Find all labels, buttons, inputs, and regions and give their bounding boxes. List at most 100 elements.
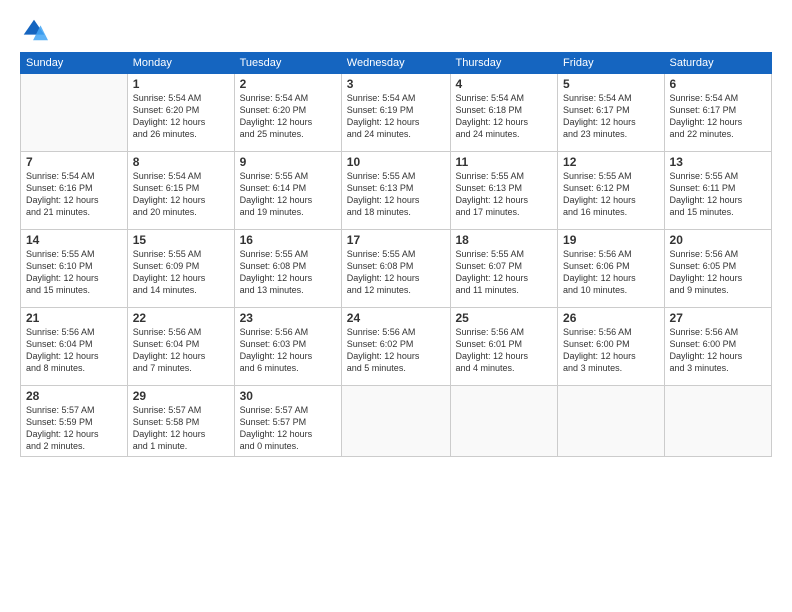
day-number: 7 <box>26 155 122 169</box>
day-info: Sunrise: 5:55 AMSunset: 6:10 PMDaylight:… <box>26 248 122 297</box>
day-info: Sunrise: 5:55 AMSunset: 6:11 PMDaylight:… <box>670 170 766 219</box>
day-info: Sunrise: 5:56 AMSunset: 6:04 PMDaylight:… <box>26 326 122 375</box>
weekday-header-saturday: Saturday <box>664 53 771 74</box>
weekday-header-friday: Friday <box>558 53 665 74</box>
week-row-3: 21Sunrise: 5:56 AMSunset: 6:04 PMDayligh… <box>21 308 772 386</box>
day-number: 13 <box>670 155 766 169</box>
week-row-1: 7Sunrise: 5:54 AMSunset: 6:16 PMDaylight… <box>21 152 772 230</box>
day-info: Sunrise: 5:56 AMSunset: 6:04 PMDaylight:… <box>133 326 229 375</box>
day-number: 26 <box>563 311 659 325</box>
calendar-cell: 2Sunrise: 5:54 AMSunset: 6:20 PMDaylight… <box>234 74 341 152</box>
day-info: Sunrise: 5:55 AMSunset: 6:13 PMDaylight:… <box>347 170 445 219</box>
calendar-cell: 3Sunrise: 5:54 AMSunset: 6:19 PMDaylight… <box>341 74 450 152</box>
weekday-header-row: SundayMondayTuesdayWednesdayThursdayFrid… <box>21 53 772 74</box>
day-number: 21 <box>26 311 122 325</box>
day-number: 23 <box>240 311 336 325</box>
day-info: Sunrise: 5:55 AMSunset: 6:09 PMDaylight:… <box>133 248 229 297</box>
calendar-cell <box>21 74 128 152</box>
day-info: Sunrise: 5:55 AMSunset: 6:08 PMDaylight:… <box>347 248 445 297</box>
day-info: Sunrise: 5:55 AMSunset: 6:12 PMDaylight:… <box>563 170 659 219</box>
day-info: Sunrise: 5:54 AMSunset: 6:16 PMDaylight:… <box>26 170 122 219</box>
day-info: Sunrise: 5:56 AMSunset: 6:01 PMDaylight:… <box>456 326 553 375</box>
calendar-table: SundayMondayTuesdayWednesdayThursdayFrid… <box>20 52 772 457</box>
day-info: Sunrise: 5:56 AMSunset: 6:02 PMDaylight:… <box>347 326 445 375</box>
day-info: Sunrise: 5:56 AMSunset: 6:06 PMDaylight:… <box>563 248 659 297</box>
week-row-2: 14Sunrise: 5:55 AMSunset: 6:10 PMDayligh… <box>21 230 772 308</box>
calendar-cell <box>558 386 665 457</box>
calendar-cell: 4Sunrise: 5:54 AMSunset: 6:18 PMDaylight… <box>450 74 558 152</box>
calendar-cell: 15Sunrise: 5:55 AMSunset: 6:09 PMDayligh… <box>127 230 234 308</box>
logo <box>20 16 52 44</box>
day-info: Sunrise: 5:56 AMSunset: 6:05 PMDaylight:… <box>670 248 766 297</box>
weekday-header-thursday: Thursday <box>450 53 558 74</box>
calendar-cell: 12Sunrise: 5:55 AMSunset: 6:12 PMDayligh… <box>558 152 665 230</box>
day-info: Sunrise: 5:56 AMSunset: 6:03 PMDaylight:… <box>240 326 336 375</box>
day-number: 12 <box>563 155 659 169</box>
day-number: 22 <box>133 311 229 325</box>
day-number: 16 <box>240 233 336 247</box>
day-number: 10 <box>347 155 445 169</box>
day-info: Sunrise: 5:57 AMSunset: 5:57 PMDaylight:… <box>240 404 336 453</box>
weekday-header-tuesday: Tuesday <box>234 53 341 74</box>
day-info: Sunrise: 5:55 AMSunset: 6:13 PMDaylight:… <box>456 170 553 219</box>
calendar-cell: 23Sunrise: 5:56 AMSunset: 6:03 PMDayligh… <box>234 308 341 386</box>
day-info: Sunrise: 5:54 AMSunset: 6:18 PMDaylight:… <box>456 92 553 141</box>
calendar-cell: 26Sunrise: 5:56 AMSunset: 6:00 PMDayligh… <box>558 308 665 386</box>
page: SundayMondayTuesdayWednesdayThursdayFrid… <box>0 0 792 612</box>
day-number: 18 <box>456 233 553 247</box>
header <box>20 16 772 44</box>
calendar-cell: 22Sunrise: 5:56 AMSunset: 6:04 PMDayligh… <box>127 308 234 386</box>
day-info: Sunrise: 5:55 AMSunset: 6:08 PMDaylight:… <box>240 248 336 297</box>
calendar-cell: 30Sunrise: 5:57 AMSunset: 5:57 PMDayligh… <box>234 386 341 457</box>
day-info: Sunrise: 5:55 AMSunset: 6:14 PMDaylight:… <box>240 170 336 219</box>
day-info: Sunrise: 5:55 AMSunset: 6:07 PMDaylight:… <box>456 248 553 297</box>
calendar-cell: 19Sunrise: 5:56 AMSunset: 6:06 PMDayligh… <box>558 230 665 308</box>
day-info: Sunrise: 5:57 AMSunset: 5:58 PMDaylight:… <box>133 404 229 453</box>
day-number: 28 <box>26 389 122 403</box>
day-info: Sunrise: 5:57 AMSunset: 5:59 PMDaylight:… <box>26 404 122 453</box>
calendar-cell: 13Sunrise: 5:55 AMSunset: 6:11 PMDayligh… <box>664 152 771 230</box>
calendar-cell: 17Sunrise: 5:55 AMSunset: 6:08 PMDayligh… <box>341 230 450 308</box>
day-info: Sunrise: 5:54 AMSunset: 6:17 PMDaylight:… <box>670 92 766 141</box>
calendar-cell: 11Sunrise: 5:55 AMSunset: 6:13 PMDayligh… <box>450 152 558 230</box>
calendar-cell: 6Sunrise: 5:54 AMSunset: 6:17 PMDaylight… <box>664 74 771 152</box>
calendar-cell: 8Sunrise: 5:54 AMSunset: 6:15 PMDaylight… <box>127 152 234 230</box>
calendar-cell <box>341 386 450 457</box>
calendar-cell <box>450 386 558 457</box>
day-number: 6 <box>670 77 766 91</box>
day-number: 30 <box>240 389 336 403</box>
day-number: 20 <box>670 233 766 247</box>
calendar-cell: 9Sunrise: 5:55 AMSunset: 6:14 PMDaylight… <box>234 152 341 230</box>
day-info: Sunrise: 5:56 AMSunset: 6:00 PMDaylight:… <box>563 326 659 375</box>
day-number: 15 <box>133 233 229 247</box>
weekday-header-monday: Monday <box>127 53 234 74</box>
calendar-cell: 27Sunrise: 5:56 AMSunset: 6:00 PMDayligh… <box>664 308 771 386</box>
calendar-cell: 29Sunrise: 5:57 AMSunset: 5:58 PMDayligh… <box>127 386 234 457</box>
day-number: 14 <box>26 233 122 247</box>
day-number: 2 <box>240 77 336 91</box>
day-number: 17 <box>347 233 445 247</box>
day-info: Sunrise: 5:54 AMSunset: 6:20 PMDaylight:… <box>133 92 229 141</box>
week-row-0: 1Sunrise: 5:54 AMSunset: 6:20 PMDaylight… <box>21 74 772 152</box>
day-info: Sunrise: 5:54 AMSunset: 6:15 PMDaylight:… <box>133 170 229 219</box>
calendar-cell: 5Sunrise: 5:54 AMSunset: 6:17 PMDaylight… <box>558 74 665 152</box>
day-number: 3 <box>347 77 445 91</box>
weekday-header-wednesday: Wednesday <box>341 53 450 74</box>
calendar-cell: 18Sunrise: 5:55 AMSunset: 6:07 PMDayligh… <box>450 230 558 308</box>
day-number: 4 <box>456 77 553 91</box>
day-info: Sunrise: 5:54 AMSunset: 6:19 PMDaylight:… <box>347 92 445 141</box>
calendar-cell: 21Sunrise: 5:56 AMSunset: 6:04 PMDayligh… <box>21 308 128 386</box>
day-number: 19 <box>563 233 659 247</box>
day-number: 8 <box>133 155 229 169</box>
week-row-4: 28Sunrise: 5:57 AMSunset: 5:59 PMDayligh… <box>21 386 772 457</box>
day-number: 9 <box>240 155 336 169</box>
calendar-cell: 20Sunrise: 5:56 AMSunset: 6:05 PMDayligh… <box>664 230 771 308</box>
day-info: Sunrise: 5:54 AMSunset: 6:20 PMDaylight:… <box>240 92 336 141</box>
day-number: 25 <box>456 311 553 325</box>
calendar-cell: 25Sunrise: 5:56 AMSunset: 6:01 PMDayligh… <box>450 308 558 386</box>
logo-icon <box>20 16 48 44</box>
calendar-cell: 16Sunrise: 5:55 AMSunset: 6:08 PMDayligh… <box>234 230 341 308</box>
day-number: 5 <box>563 77 659 91</box>
day-number: 24 <box>347 311 445 325</box>
calendar-cell: 24Sunrise: 5:56 AMSunset: 6:02 PMDayligh… <box>341 308 450 386</box>
